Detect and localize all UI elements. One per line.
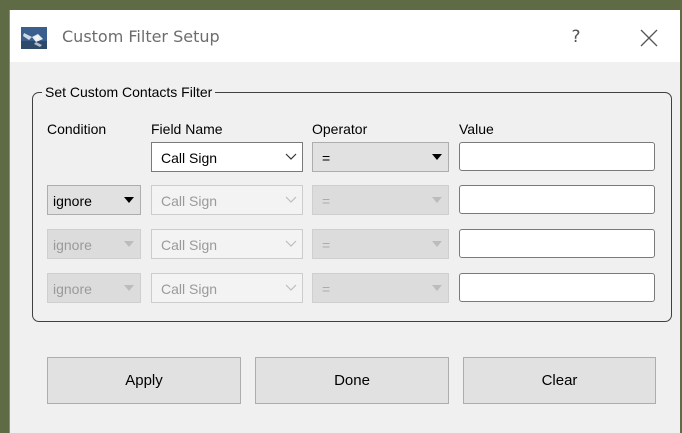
triangle-down-icon bbox=[124, 197, 134, 203]
field-name-value: Call Sign bbox=[161, 237, 218, 253]
condition-value: ignore bbox=[53, 281, 92, 297]
condition-value: ignore bbox=[53, 237, 92, 253]
done-button[interactable]: Done bbox=[255, 357, 449, 404]
triangle-down-icon bbox=[124, 241, 134, 247]
value-header: Value bbox=[459, 121, 494, 137]
chevron-down-icon bbox=[285, 240, 297, 247]
field-name-select-3[interactable]: Call Sign bbox=[151, 229, 303, 259]
close-icon[interactable] bbox=[632, 21, 666, 55]
field-name-value: Call Sign bbox=[161, 281, 218, 297]
condition-select-2[interactable]: ignore bbox=[47, 185, 141, 215]
chevron-down-icon bbox=[285, 284, 297, 291]
value-input-1[interactable] bbox=[459, 142, 655, 171]
title-bar: Custom Filter Setup ? bbox=[10, 10, 680, 62]
help-icon: ? bbox=[571, 27, 581, 47]
field-name-select-4[interactable]: Call Sign bbox=[151, 273, 303, 303]
custom-filter-dialog: Custom Filter Setup ? Set Custom Contact… bbox=[9, 10, 680, 433]
field-name-select-1[interactable]: Call Sign bbox=[151, 142, 303, 172]
chevron-down-icon bbox=[285, 196, 297, 203]
operator-select-1[interactable]: = bbox=[312, 142, 449, 172]
chevron-down-icon bbox=[285, 153, 297, 160]
help-button[interactable]: ? bbox=[558, 20, 594, 54]
group-legend: Set Custom Contacts Filter bbox=[42, 85, 216, 100]
apply-button[interactable]: Apply bbox=[47, 357, 241, 404]
operator-select-3[interactable]: = bbox=[312, 229, 449, 259]
condition-select-4[interactable]: ignore bbox=[47, 273, 141, 303]
field-name-value: Call Sign bbox=[161, 193, 218, 209]
operator-select-4[interactable]: = bbox=[312, 273, 449, 303]
operator-value: = bbox=[322, 281, 331, 297]
triangle-down-icon bbox=[432, 241, 442, 247]
value-input-3[interactable] bbox=[459, 229, 655, 258]
triangle-down-icon bbox=[432, 154, 442, 160]
value-input-2[interactable] bbox=[459, 185, 655, 214]
field-name-value: Call Sign bbox=[161, 150, 218, 166]
triangle-down-icon bbox=[432, 197, 442, 203]
satellite-icon bbox=[21, 27, 47, 49]
triangle-down-icon bbox=[432, 285, 442, 291]
operator-value: = bbox=[322, 237, 331, 253]
window-title: Custom Filter Setup bbox=[62, 27, 220, 46]
condition-select-3[interactable]: ignore bbox=[47, 229, 141, 259]
field-name-header: Field Name bbox=[151, 121, 223, 137]
field-name-select-2[interactable]: Call Sign bbox=[151, 185, 303, 215]
triangle-down-icon bbox=[124, 285, 134, 291]
operator-value: = bbox=[322, 193, 331, 209]
operator-value: = bbox=[322, 150, 331, 166]
operator-select-2[interactable]: = bbox=[312, 185, 449, 215]
condition-header: Condition bbox=[47, 121, 107, 137]
clear-button[interactable]: Clear bbox=[463, 357, 656, 404]
condition-value: ignore bbox=[53, 193, 92, 209]
operator-header: Operator bbox=[312, 121, 368, 137]
value-input-4[interactable] bbox=[459, 273, 655, 302]
